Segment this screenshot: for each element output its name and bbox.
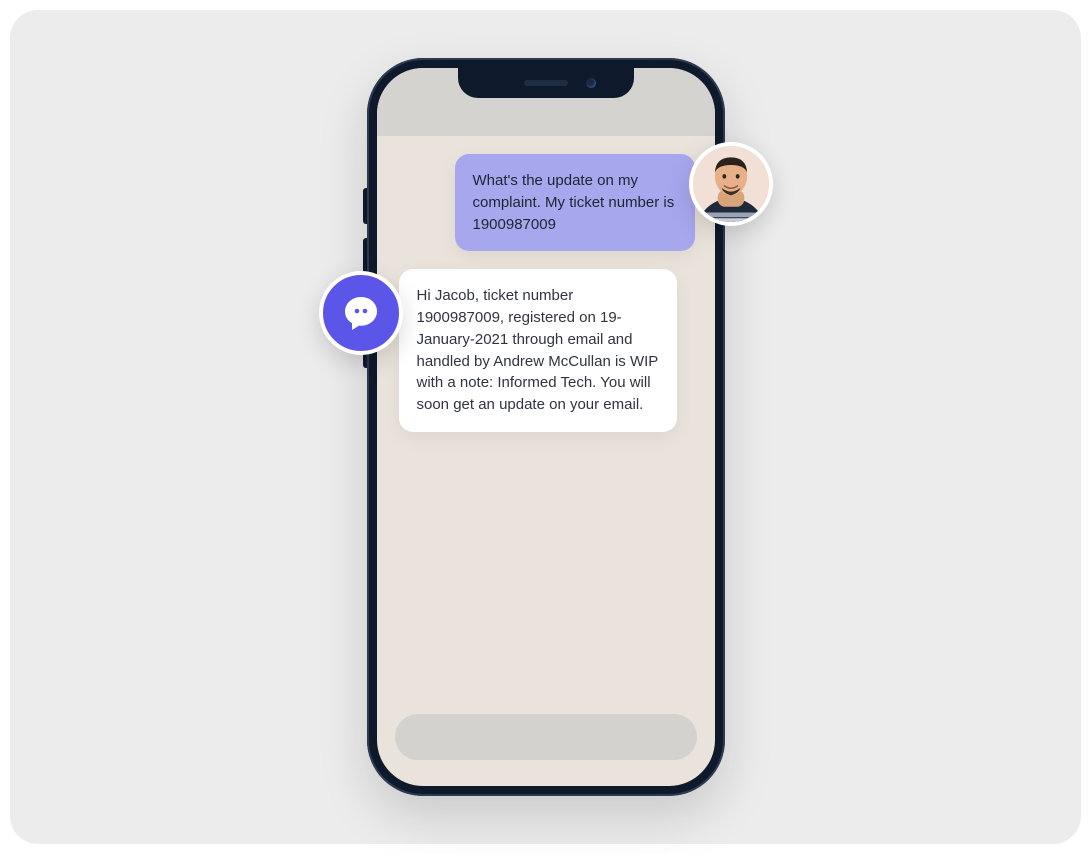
bot-message-text: Hi Jacob, ticket number 1900987009, regi… [417,287,659,413]
bot-message-bubble: Hi Jacob, ticket number 1900987009, regi… [399,269,677,432]
user-avatar [689,142,773,226]
phone-wrapper: What's the update on my complaint. My ti… [367,58,725,796]
user-message-bubble: What's the update on my complaint. My ti… [455,154,695,251]
chat-scroll-area[interactable]: What's the update on my complaint. My ti… [377,136,715,702]
bot-avatar [319,271,403,355]
user-message-text: What's the update on my complaint. My ti… [473,172,675,233]
front-camera [586,78,596,88]
stage-background: What's the update on my complaint. My ti… [10,10,1081,844]
phone-notch [458,68,634,98]
speaker-grill [524,80,568,86]
input-row [377,702,715,786]
person-avatar-icon [693,146,769,222]
chat-bubble-icon [341,293,381,333]
message-input[interactable] [395,714,697,760]
phone-frame: What's the update on my complaint. My ti… [367,58,725,796]
phone-screen: What's the update on my complaint. My ti… [377,68,715,786]
